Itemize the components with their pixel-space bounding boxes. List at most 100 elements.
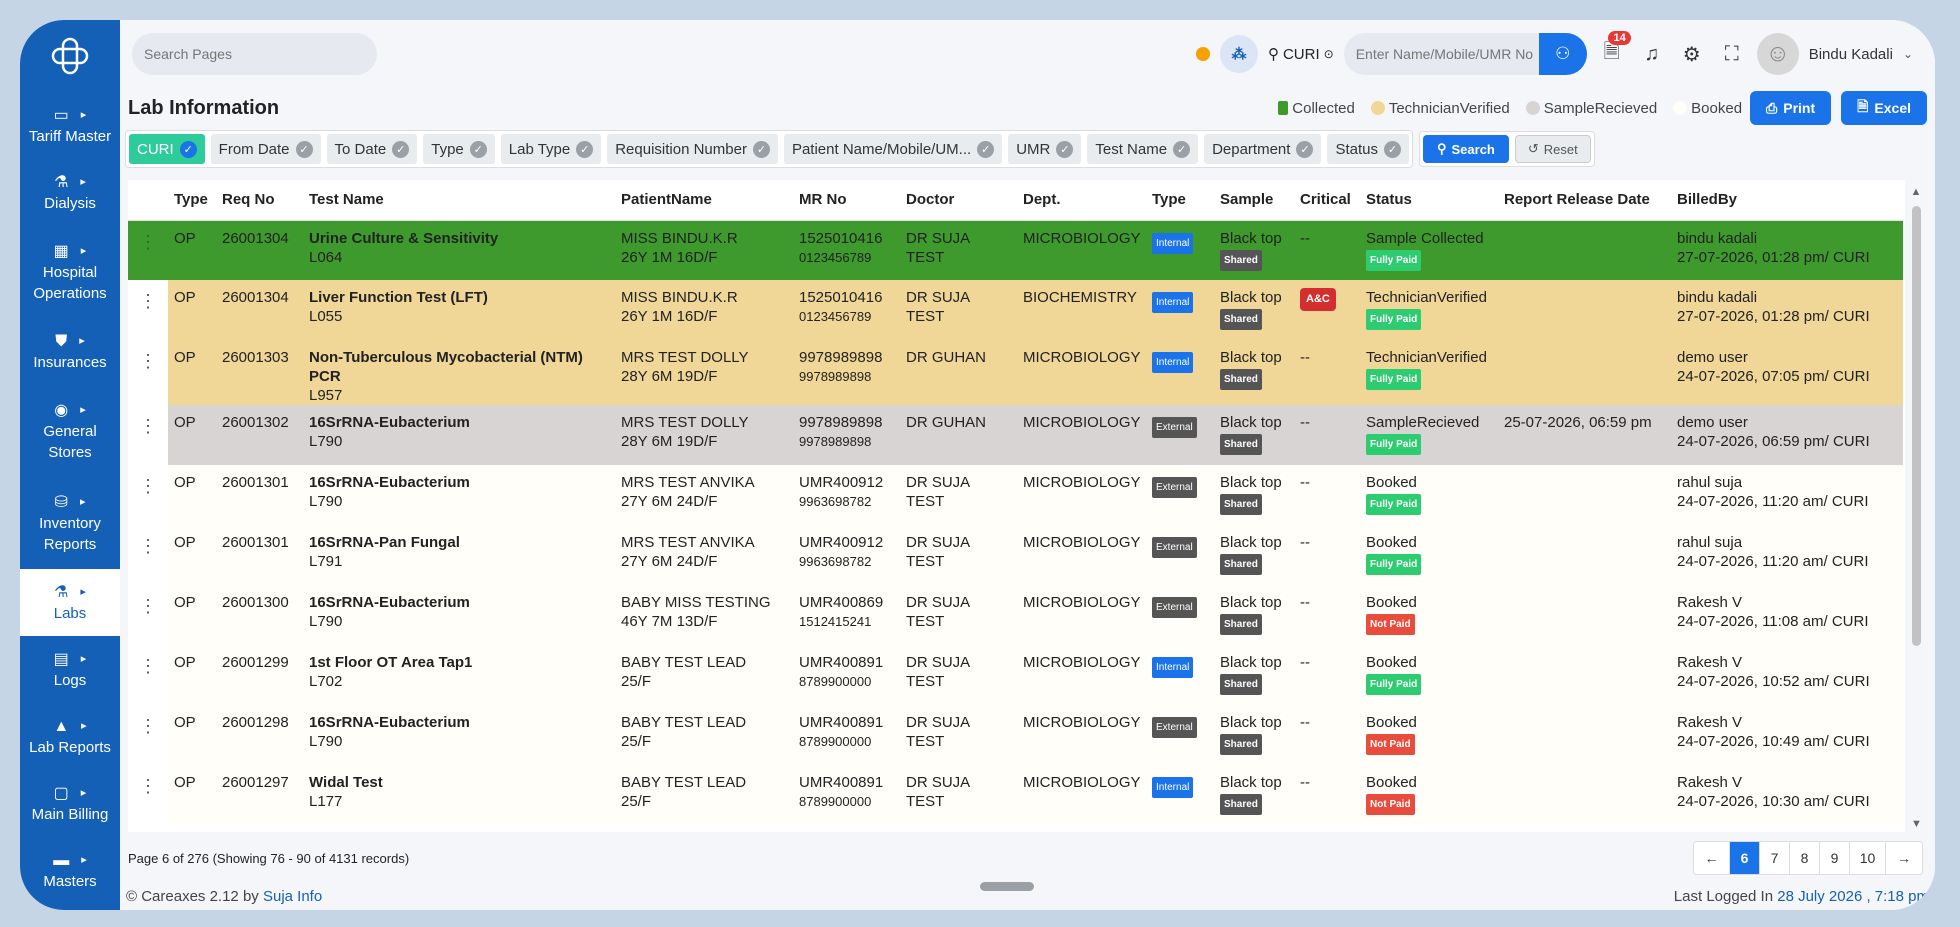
check-icon[interactable]: ✓ [977, 140, 995, 158]
app-logo[interactable] [20, 20, 120, 92]
location-selector[interactable]: ⚲ CURI ⊙ [1268, 45, 1334, 64]
avatar[interactable]: ☺ [1756, 33, 1799, 75]
chevron-right-icon: ▸ [80, 585, 86, 598]
page-button[interactable]: 9 [1820, 842, 1850, 874]
patient-search-input[interactable] [1343, 33, 1539, 75]
report-release-date [1498, 705, 1671, 765]
row-menu-icon[interactable]: ⋮ [128, 340, 168, 405]
filter-chip[interactable]: CURI ✓ [129, 134, 205, 164]
check-icon[interactable]: ✓ [392, 140, 410, 158]
row-menu-icon[interactable]: ⋮ [128, 705, 168, 765]
sidebar-item-hospital-operations[interactable]: ▦ ▸ Hospital Operations [20, 226, 120, 318]
scroll-thumb[interactable] [1912, 206, 1921, 646]
table-row[interactable]: ⋮ OP 26001299 1st Floor OT Area Tap1 L702 BAB… [128, 645, 1903, 705]
filter-chip[interactable]: From Date ✓ [210, 134, 321, 164]
flask-icon: ⚗ [54, 583, 69, 601]
sidebar-item-dialysis[interactable]: ⚗ ▸ Dialysis [20, 159, 120, 226]
reset-button[interactable]: ↺ Reset [1514, 135, 1591, 163]
search-pages-input[interactable] [132, 33, 377, 75]
table-row[interactable]: ⋮ OP 26001302 16SrRNA-Eubacterium L790 MRS TE… [128, 405, 1903, 465]
doctor: DR SUJA TEST [900, 645, 1017, 705]
next-page-button[interactable]: → [1886, 842, 1922, 874]
filter-chip[interactable]: UMR ✓ [1008, 134, 1082, 164]
doctor: DR GUHAN [900, 405, 1017, 465]
scroll-down-icon[interactable]: ▼ [1911, 818, 1922, 830]
check-icon[interactable]: ✓ [1296, 140, 1314, 158]
report-release-date [1498, 465, 1671, 525]
row-menu-icon[interactable]: ⋮ [128, 645, 168, 705]
sidebar-item-main-billing[interactable]: ▢ ▸ Main Billing [20, 770, 120, 837]
filter-chip[interactable]: Department ✓ [1204, 134, 1322, 164]
people-icon[interactable]: ⁂ [1219, 35, 1258, 73]
prev-page-button[interactable]: ← [1694, 842, 1730, 874]
sidebar-item-labs[interactable]: ⚗ ▸ Labs [20, 569, 120, 636]
table-scrollbar[interactable]: ▲ ▼ [1908, 186, 1924, 830]
check-icon[interactable]: ✓ [179, 140, 197, 158]
scroll-up-icon[interactable]: ▲ [1908, 186, 1924, 198]
table-row[interactable]: ⋮ OP 26001304 Liver Function Test (LFT) L055… [128, 280, 1903, 340]
fullscreen-icon[interactable]: ⛶ [1717, 39, 1747, 69]
report-release-date [1498, 585, 1671, 645]
mr-number-primary: 9978989898 [799, 414, 883, 431]
sidebar-item-icon-row: ⚗ ▸ [54, 581, 86, 603]
row-menu-icon[interactable]: ⋮ [128, 405, 168, 465]
filter-chip[interactable]: Type ✓ [423, 134, 495, 164]
table-row[interactable]: ⋮ OP 26001303 Non-Tuberculous Mycobacterial… [128, 340, 1903, 405]
user-name[interactable]: Bindu Kadali [1809, 46, 1893, 63]
check-icon[interactable]: ✓ [1383, 140, 1401, 158]
bell-icon[interactable]: ♫ [1637, 39, 1667, 69]
table-row[interactable]: ⋮ OP 26001297 Widal Test L177 BABY TEST LEAD 2… [128, 765, 1903, 825]
test-name: 1st Floor OT Area Tap1 L702 [303, 645, 615, 705]
top-bar: ⁂ ⚲ CURI ⊙ ⚇ 🗎14 ♫ ⚙ ⛶ ☺ Bindu Kadali ⌄ [120, 20, 1935, 88]
chevron-down-icon[interactable]: ⌄ [1903, 47, 1913, 61]
check-icon[interactable]: ✓ [295, 140, 313, 158]
sidebar-item-logs[interactable]: ▤ ▸ Logs [20, 636, 120, 703]
page-button[interactable]: 10 [1850, 842, 1886, 874]
search-button[interactable]: ⚲ Search [1422, 135, 1509, 163]
check-icon[interactable]: ✓ [1173, 140, 1191, 158]
row-menu-icon[interactable]: ⋮ [128, 280, 168, 340]
table-row[interactable]: ⋮ OP 26001301 16SrRNA-Eubacterium L790 MRS TE… [128, 465, 1903, 525]
filter-chip[interactable]: To Date ✓ [326, 134, 418, 164]
notes-icon[interactable]: 🗎 14 [1597, 31, 1631, 69]
filter-chip[interactable]: Requisition Number ✓ [607, 134, 778, 164]
billed-by: rahul suja 24-07-2026, 11:20 am/ CURI [1671, 465, 1903, 525]
print-button[interactable]: ⎙ Print [1750, 91, 1832, 125]
patient-name: BABY MISS TESTING 46Y 7M 13D/F [615, 585, 793, 645]
check-icon[interactable]: ✓ [576, 140, 594, 158]
row-menu-icon[interactable]: ⋮ [128, 525, 168, 585]
check-icon[interactable]: ✓ [752, 140, 770, 158]
settings-icon[interactable]: ⚙ [1677, 39, 1707, 69]
search-icon: ⚲ [1436, 141, 1447, 156]
page-button[interactable]: 6 [1730, 842, 1760, 874]
sidebar-item-tariff-master[interactable]: ▭ ▸ Tariff Master [20, 92, 120, 159]
sidebar-item-general-stores[interactable]: ◉ ▸ General Stores [20, 385, 120, 477]
filter-chip[interactable]: Lab Type ✓ [500, 134, 602, 164]
page-button[interactable]: 8 [1790, 842, 1820, 874]
row-menu-icon[interactable]: ⋮ [128, 465, 168, 525]
check-icon[interactable]: ✓ [1056, 140, 1074, 158]
sidebar-item-masters[interactable]: ▬ ▸ Masters [20, 837, 120, 904]
footer: © Careaxes 2.12 by Suja Info Last Logged… [120, 882, 1935, 910]
notification-count: 14 [1608, 31, 1631, 45]
row-menu-icon[interactable]: ⋮ [128, 220, 168, 280]
sidebar-item-inventory-reports[interactable]: ⛁ ▸ Inventory Reports [20, 477, 120, 569]
check-icon[interactable]: ✓ [469, 140, 487, 158]
table-row[interactable]: ⋮ OP 26001298 16SrRNA-Eubacterium L790 BABY T… [128, 705, 1903, 765]
filter-chip[interactable]: Patient Name/Mobile/UM... ✓ [783, 134, 1003, 164]
table-row[interactable]: ⋮ OP 26001300 16SrRNA-Eubacterium L790 BABY M… [128, 585, 1903, 645]
patient-search-button[interactable]: ⚇ [1538, 33, 1587, 75]
table-row[interactable]: ⋮ OP 26001301 16SrRNA-Pan Fungal L791 MRS TES… [128, 525, 1903, 585]
page-button[interactable]: 7 [1760, 842, 1790, 874]
row-menu-icon[interactable]: ⋮ [128, 585, 168, 645]
mr-number: UMR400912 9963698782 [793, 525, 900, 585]
company-link[interactable]: Suja Info [263, 888, 322, 905]
patient-name: BABY TEST LEAD 25/F [615, 705, 793, 765]
filter-chip[interactable]: Status ✓ [1327, 134, 1409, 164]
table-row[interactable]: ⋮ OP 26001304 Urine Culture & Sensitivity L0… [128, 220, 1903, 280]
sidebar-item-insurances[interactable]: ⛊ ▸ Insurances [20, 318, 120, 385]
row-menu-icon[interactable]: ⋮ [128, 765, 168, 825]
filter-chip[interactable]: Test Name ✓ [1087, 134, 1199, 164]
sidebar-item-lab-reports[interactable]: ▲ ▸ Lab Reports [20, 703, 120, 770]
excel-button[interactable]: 🗎 Excel [1841, 91, 1927, 125]
